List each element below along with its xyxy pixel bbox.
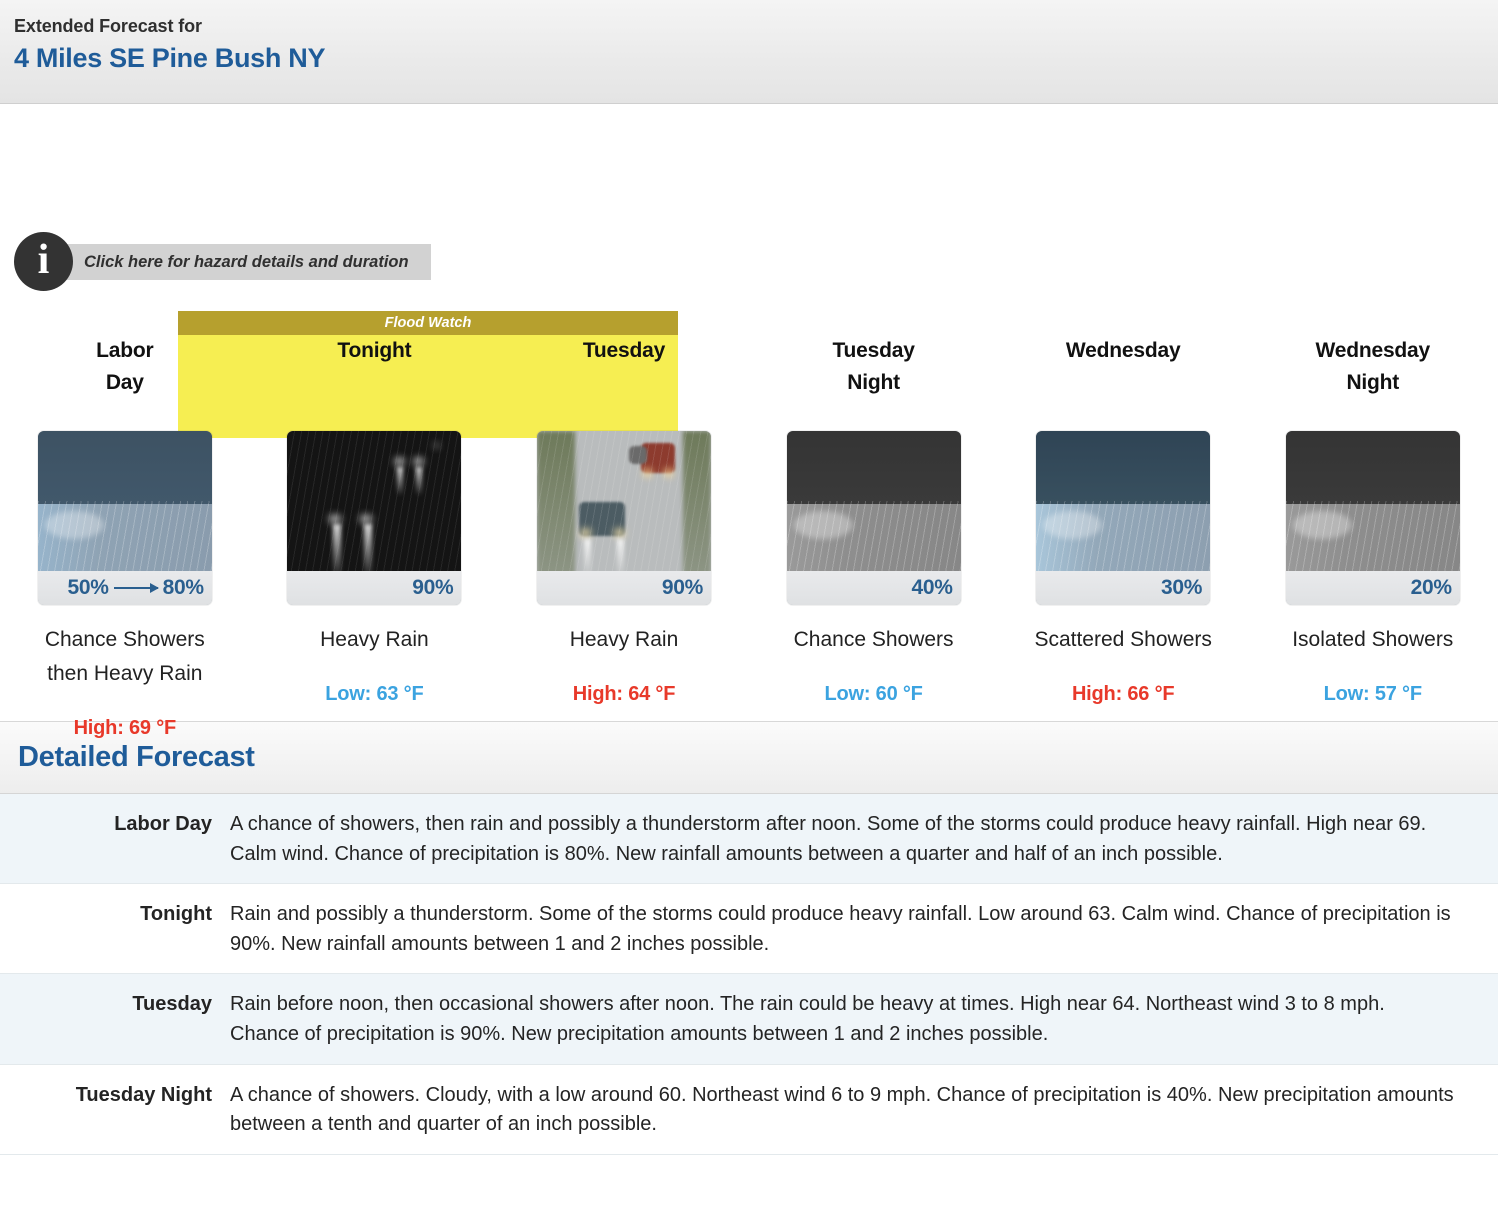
period-name: Tuesday Night — [832, 335, 914, 431]
flood-watch-label: Flood Watch — [178, 311, 678, 335]
icon-rain-streaks — [1285, 500, 1460, 579]
forecast-period-wednesday[interactable]: Wednesday 30% Scattered Showers High: 66… — [998, 335, 1248, 740]
detailed-forecast-title: Detailed Forecast — [18, 741, 255, 773]
period-name: Tonight — [337, 335, 411, 431]
precip-probability: 90% — [661, 576, 703, 599]
page-header: Extended Forecast for 4 Miles SE Pine Bu… — [0, 0, 1498, 104]
period-name-line1: Tuesday — [582, 339, 666, 362]
temperature: High: 66 °F — [1071, 683, 1175, 706]
icon-day-road — [536, 431, 711, 579]
heavy-rain-day-road-icon[interactable]: 90% — [536, 431, 711, 605]
period-name-line2: Night — [847, 370, 900, 394]
detail-period-label: Tuesday Night — [75, 1083, 212, 1106]
rain-night-icon[interactable]: 20% — [1285, 431, 1460, 605]
forecast-period-tuesday[interactable]: Tuesday 90% Heavy Rain High: 64 °F — [499, 335, 749, 740]
icon-rain-streaks — [536, 431, 711, 579]
precip-from: 50% — [67, 576, 109, 599]
forecast-period-tuesday-night[interactable]: Tuesday Night 40% Chance Showers Low: 60… — [749, 335, 999, 740]
icon-rain-streaks — [287, 431, 462, 579]
condition-text: Heavy Rain — [320, 628, 429, 651]
rain-night-icon[interactable]: 40% — [786, 431, 961, 605]
period-name-line1: Tuesday — [832, 339, 915, 362]
rain-day-icon[interactable]: 50% 80% — [37, 431, 212, 605]
period-name: Tuesday — [583, 335, 665, 431]
detail-row: Labor Day A chance of showers, then rain… — [0, 794, 1498, 885]
forecast-period-tonight[interactable]: Tonight 90% Heavy Rain Low: 63 °F — [250, 335, 500, 740]
extended-forecast-panel: i Click here for hazard details and dura… — [0, 104, 1498, 739]
detail-period-label: Tuesday — [132, 993, 212, 1016]
period-name-line1: Labor — [96, 339, 154, 362]
period-name-line1: Wednesday — [1065, 339, 1181, 362]
detail-period-text: Rain before noon, then occasional shower… — [230, 993, 1385, 1045]
temperature: High: 64 °F — [572, 683, 676, 706]
precip-probability: 90% — [412, 576, 454, 599]
condition-text: Isolated Showers — [1292, 628, 1454, 651]
icon-sky — [1036, 431, 1211, 505]
precip-probability: 20% — [1410, 576, 1452, 599]
detail-period-text: Rain and possibly a thunderstorm. Some o… — [230, 903, 1451, 955]
detail-row: Tuesday Rain before noon, then occasiona… — [0, 974, 1498, 1065]
period-name: Wednesday Night — [1316, 335, 1431, 431]
condition-text: Heavy Rain — [569, 628, 679, 651]
precip-probability: 50% 80% — [67, 576, 205, 600]
icon-rain-streaks — [786, 500, 961, 579]
icon-rain-streaks — [1036, 500, 1211, 579]
condition-text: Chance Showers then Heavy Rain — [44, 628, 205, 686]
detailed-forecast-list: Labor Day A chance of showers, then rain… — [0, 794, 1498, 1155]
period-name-line2: Day — [105, 370, 144, 394]
detail-row: Tuesday Night A chance of showers. Cloud… — [0, 1065, 1498, 1155]
period-name-line2: Night — [1346, 370, 1400, 394]
precip-band: 30% — [1036, 571, 1211, 605]
page-title: 4 Miles SE Pine Bush NY — [14, 42, 326, 73]
detail-period-text: A chance of showers, then rain and possi… — [230, 813, 1427, 865]
detail-period-text: A chance of showers. Cloudy, with a low … — [230, 1083, 1454, 1136]
precip-band: 50% 80% — [37, 571, 212, 605]
icon-sky — [786, 431, 961, 505]
period-name-line1: Wednesday — [1315, 339, 1431, 362]
period-name: Labor Day — [96, 335, 154, 431]
forecast-period-wednesday-night[interactable]: Wednesday Night 20% Isolated Showers Low… — [1248, 335, 1498, 740]
precip-band: 90% — [287, 571, 462, 605]
condition-text: Scattered Showers — [1034, 628, 1212, 651]
forecast-period-labor-day[interactable]: Labor Day 50% 80% Chance Showers then He… — [0, 335, 250, 740]
icon-night-road — [287, 431, 462, 579]
header-subtitle: Extended Forecast for — [14, 16, 202, 36]
temperature: Low: 60 °F — [824, 683, 923, 706]
rain-day-icon[interactable]: 30% — [1036, 431, 1211, 605]
precip-band: 20% — [1285, 571, 1460, 605]
hazard-details-link[interactable]: i Click here for hazard details and dura… — [14, 232, 431, 291]
hazard-link-label: Click here for hazard details and durati… — [84, 252, 409, 271]
arrow-right-icon — [113, 583, 159, 593]
precip-band: 40% — [786, 571, 961, 605]
temperature: Low: 63 °F — [325, 683, 424, 706]
temperature: High: 69 °F — [73, 717, 177, 740]
condition-text: Chance Showers — [793, 628, 954, 651]
detail-period-label: Labor Day — [114, 813, 212, 835]
forecast-days-row: Labor Day 50% 80% Chance Showers then He… — [0, 335, 1498, 740]
icon-rain-streaks — [37, 500, 212, 579]
detail-row: Tonight Rain and possibly a thunderstorm… — [0, 884, 1498, 975]
info-icon: i — [14, 232, 73, 291]
temperature: Low: 57 °F — [1323, 683, 1422, 706]
period-name: Wednesday — [1066, 335, 1181, 431]
heavy-rain-night-road-icon[interactable]: 90% — [287, 431, 462, 605]
period-name-line1: Tonight — [337, 339, 412, 362]
precip-probability: 40% — [911, 576, 953, 599]
precip-probability: 30% — [1161, 576, 1203, 599]
precip-band: 90% — [536, 571, 711, 605]
icon-sky — [37, 431, 212, 505]
precip-to: 80% — [162, 576, 204, 599]
detail-period-label: Tonight — [140, 903, 212, 926]
icon-sky — [1285, 431, 1460, 505]
